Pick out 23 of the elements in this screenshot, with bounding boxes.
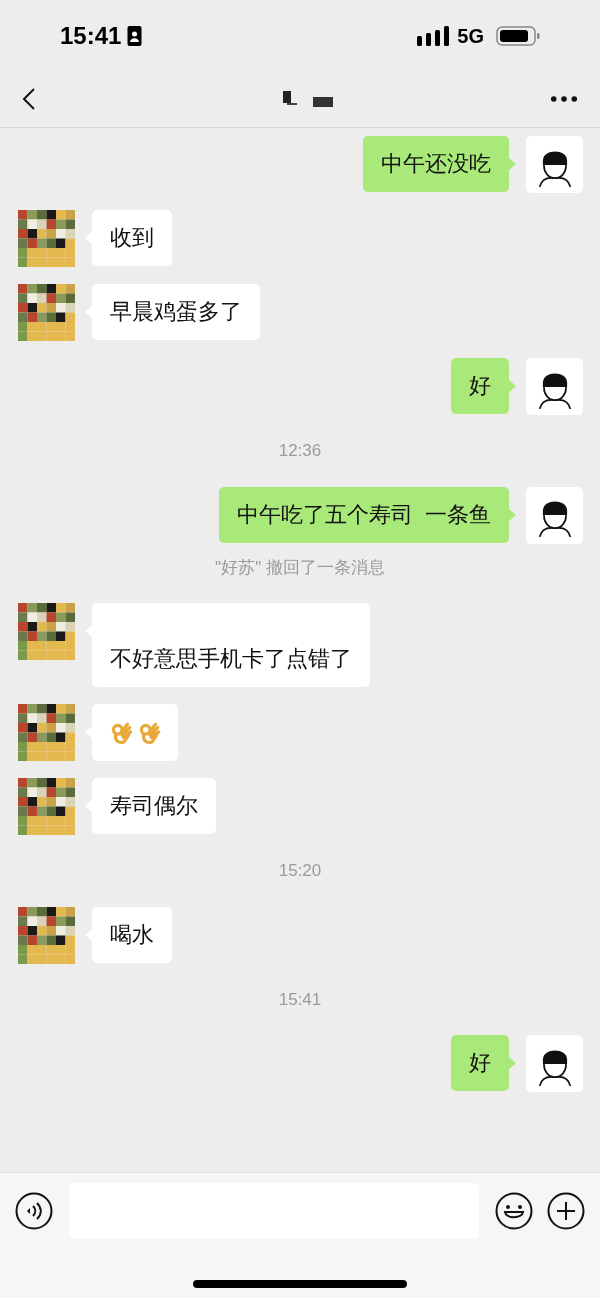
bubble-tail-icon	[509, 157, 516, 171]
bubble-tail-icon	[509, 507, 516, 522]
timestamp: 15:41	[278, 988, 322, 1011]
more-icon[interactable]	[550, 94, 578, 103]
avatar[interactable]	[526, 1035, 583, 1092]
avatar[interactable]	[526, 358, 583, 415]
timestamp: 15:20	[278, 860, 322, 882]
avatar[interactable]	[526, 486, 583, 544]
bubble-tail-icon	[509, 1056, 516, 1070]
add-icon[interactable]	[547, 1192, 585, 1230]
status-time: 15:41	[60, 21, 122, 51]
contact-card-icon	[127, 26, 143, 46]
voice-icon[interactable]	[15, 1192, 53, 1230]
network-label: 5G	[457, 24, 484, 49]
battery-icon	[496, 26, 540, 46]
recall-notice: "好苏" 撤回了一条消息	[215, 556, 385, 579]
avatar[interactable]	[526, 136, 583, 193]
signal-icon	[417, 26, 450, 46]
emoji-icon[interactable]	[495, 1192, 533, 1230]
timestamp: 12:36	[278, 440, 322, 462]
redacted-title-drawing	[283, 90, 333, 107]
back-icon[interactable]	[22, 86, 36, 111]
bubble-tail-icon	[509, 379, 516, 393]
